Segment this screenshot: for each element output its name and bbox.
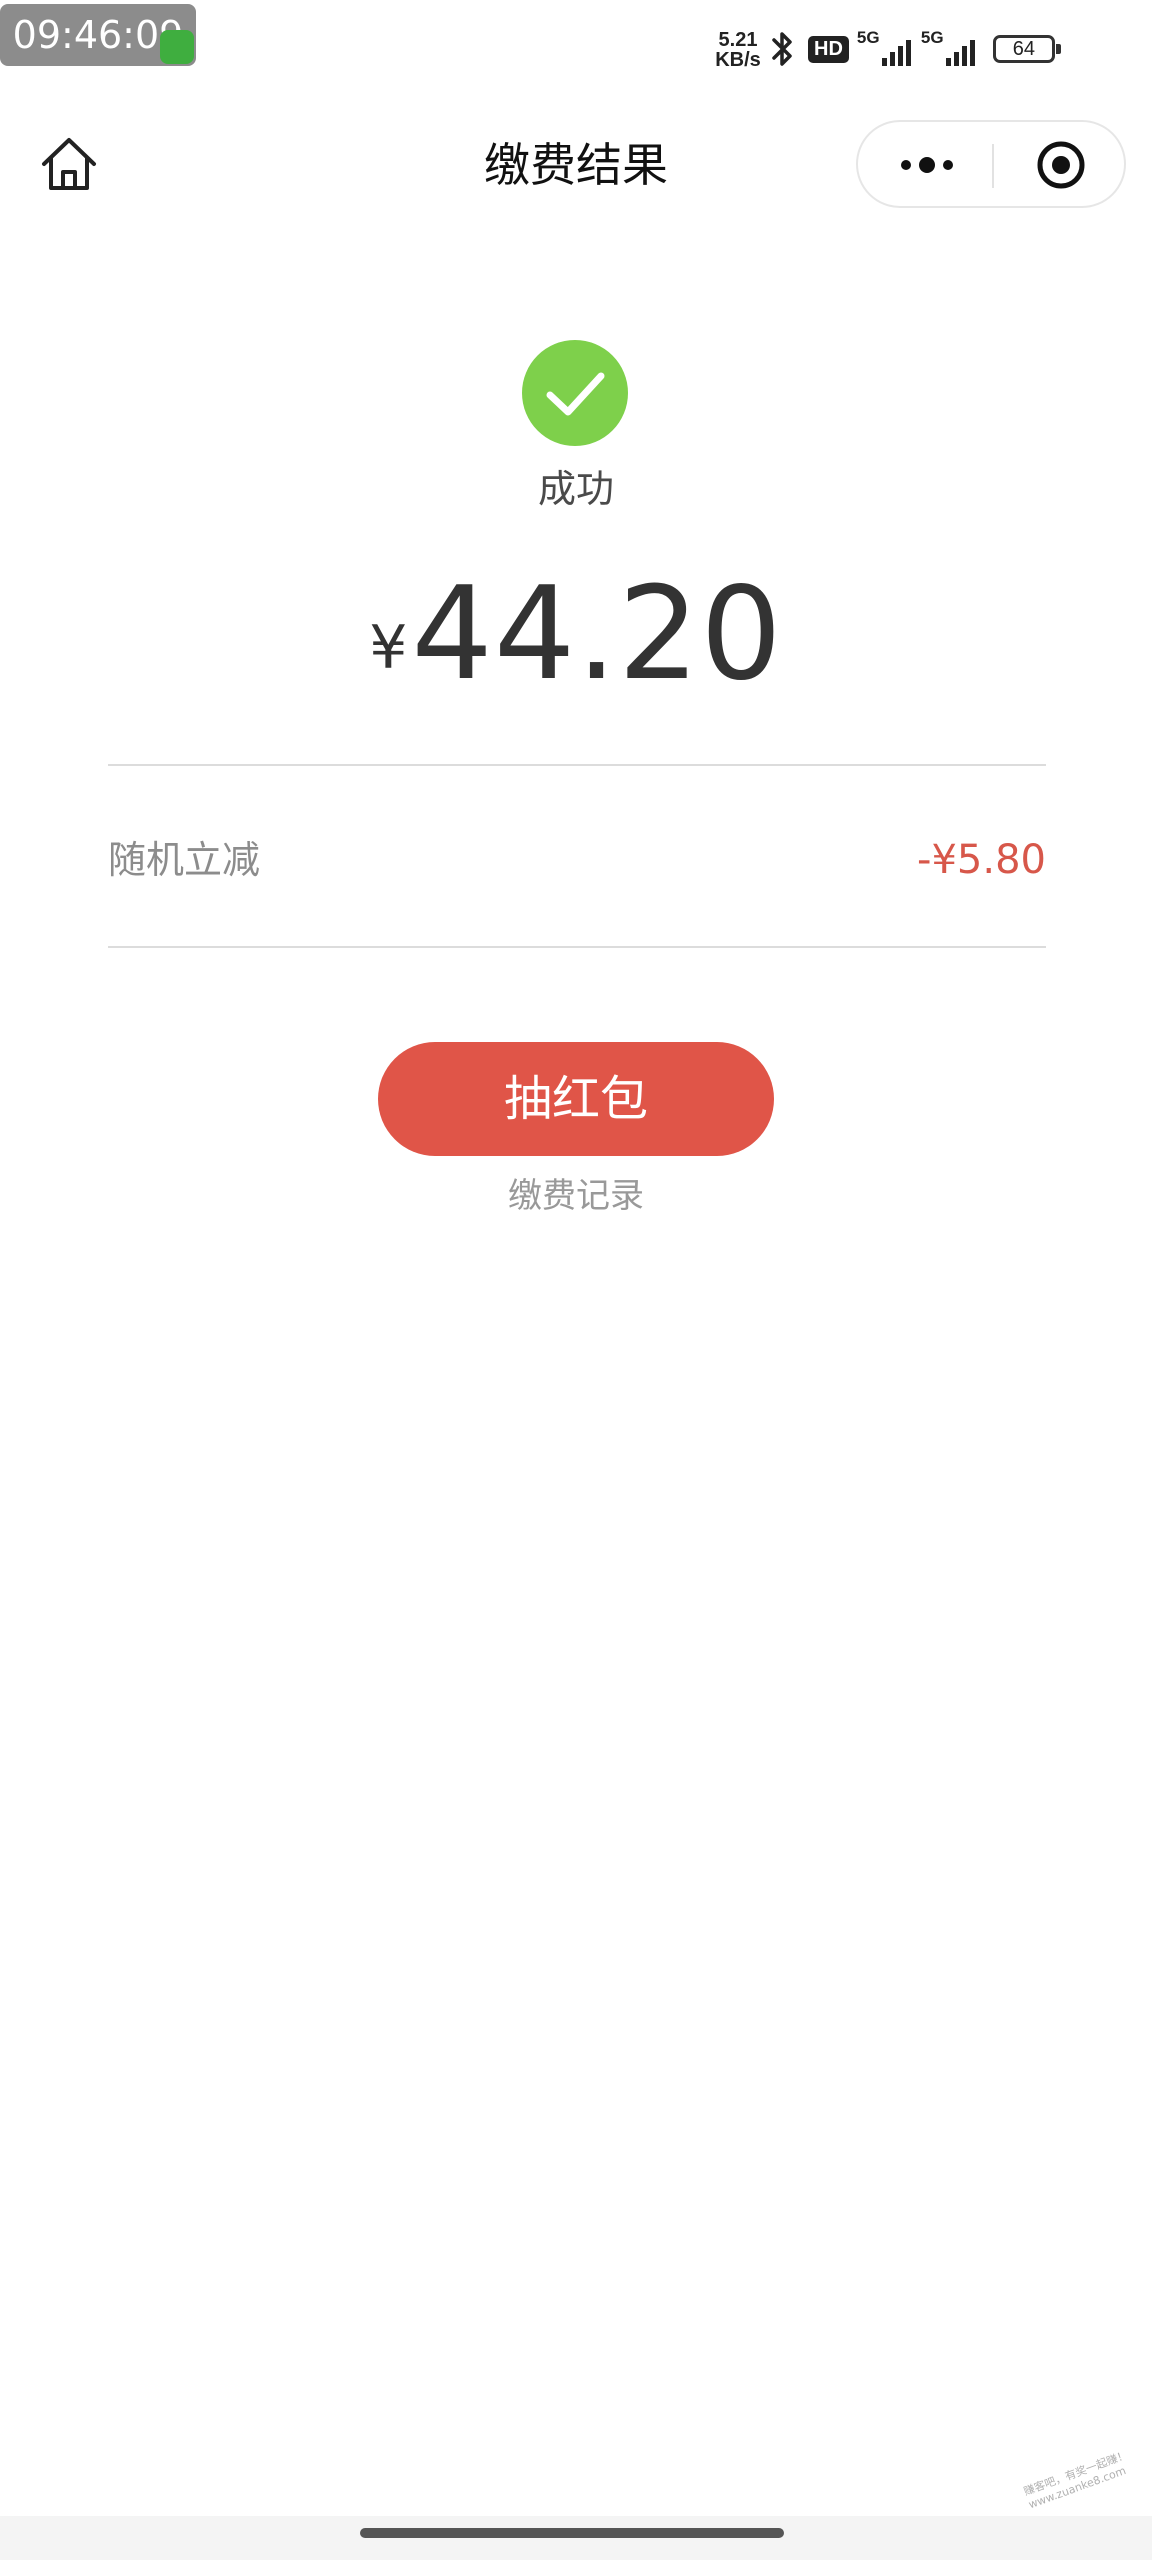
watermark: 赚客吧，有奖一起赚！ www.zuanke8.com — [1022, 2445, 1144, 2512]
home-icon — [42, 138, 96, 190]
currency-symbol: ¥ — [369, 613, 408, 683]
network-speed: 5.21 KB/s — [712, 30, 764, 70]
divider-top — [108, 764, 1046, 766]
success-check-icon — [522, 340, 628, 446]
red-packet-button[interactable]: 抽红包 — [378, 1042, 774, 1156]
signal-1-label: 5G — [856, 28, 880, 47]
discount-value: -¥5.80 — [917, 837, 1046, 883]
signal-2: 5G — [921, 28, 975, 66]
signal-bars-icon — [879, 36, 911, 66]
amount-value: 44.20 — [411, 560, 783, 709]
more-button[interactable] — [872, 130, 982, 200]
payment-status: 成功 — [537, 467, 614, 511]
miniprogram-capsule — [856, 120, 1126, 208]
discount-row: 随机立减 -¥5.80 — [108, 820, 1046, 900]
bluetooth-icon — [772, 32, 792, 66]
status-bar: 09:46:09 5.21 KB/s HD 5G 5G 64 — [0, 0, 1152, 90]
network-speed-unit: KB/s — [715, 49, 761, 71]
close-miniprogram-button[interactable] — [1006, 130, 1116, 200]
home-indicator[interactable] — [360, 2528, 784, 2538]
hd-voice-badge: HD — [808, 35, 849, 63]
payment-amount: ¥44.20 — [0, 560, 1152, 709]
bottom-bar — [0, 2516, 1152, 2560]
battery-icon: 64 — [992, 35, 1061, 63]
home-button[interactable] — [34, 130, 104, 200]
signal-2-label: 5G — [920, 28, 944, 47]
more-dots-icon — [901, 157, 953, 173]
network-speed-value: 5.21 — [718, 29, 758, 51]
status-icons: HD 5G 5G 64 — [770, 26, 1061, 72]
discount-label: 随机立减 — [108, 838, 261, 882]
nav-bar: 缴费结果 — [0, 110, 1152, 220]
signal-1: 5G — [857, 28, 911, 66]
signal-bars-icon — [943, 36, 975, 66]
capsule-divider — [992, 144, 994, 188]
divider-bottom — [108, 946, 1046, 948]
payment-records-link[interactable]: 缴费记录 — [0, 1168, 1152, 1217]
notification-app-icon — [160, 30, 194, 64]
close-target-icon — [1037, 141, 1085, 189]
